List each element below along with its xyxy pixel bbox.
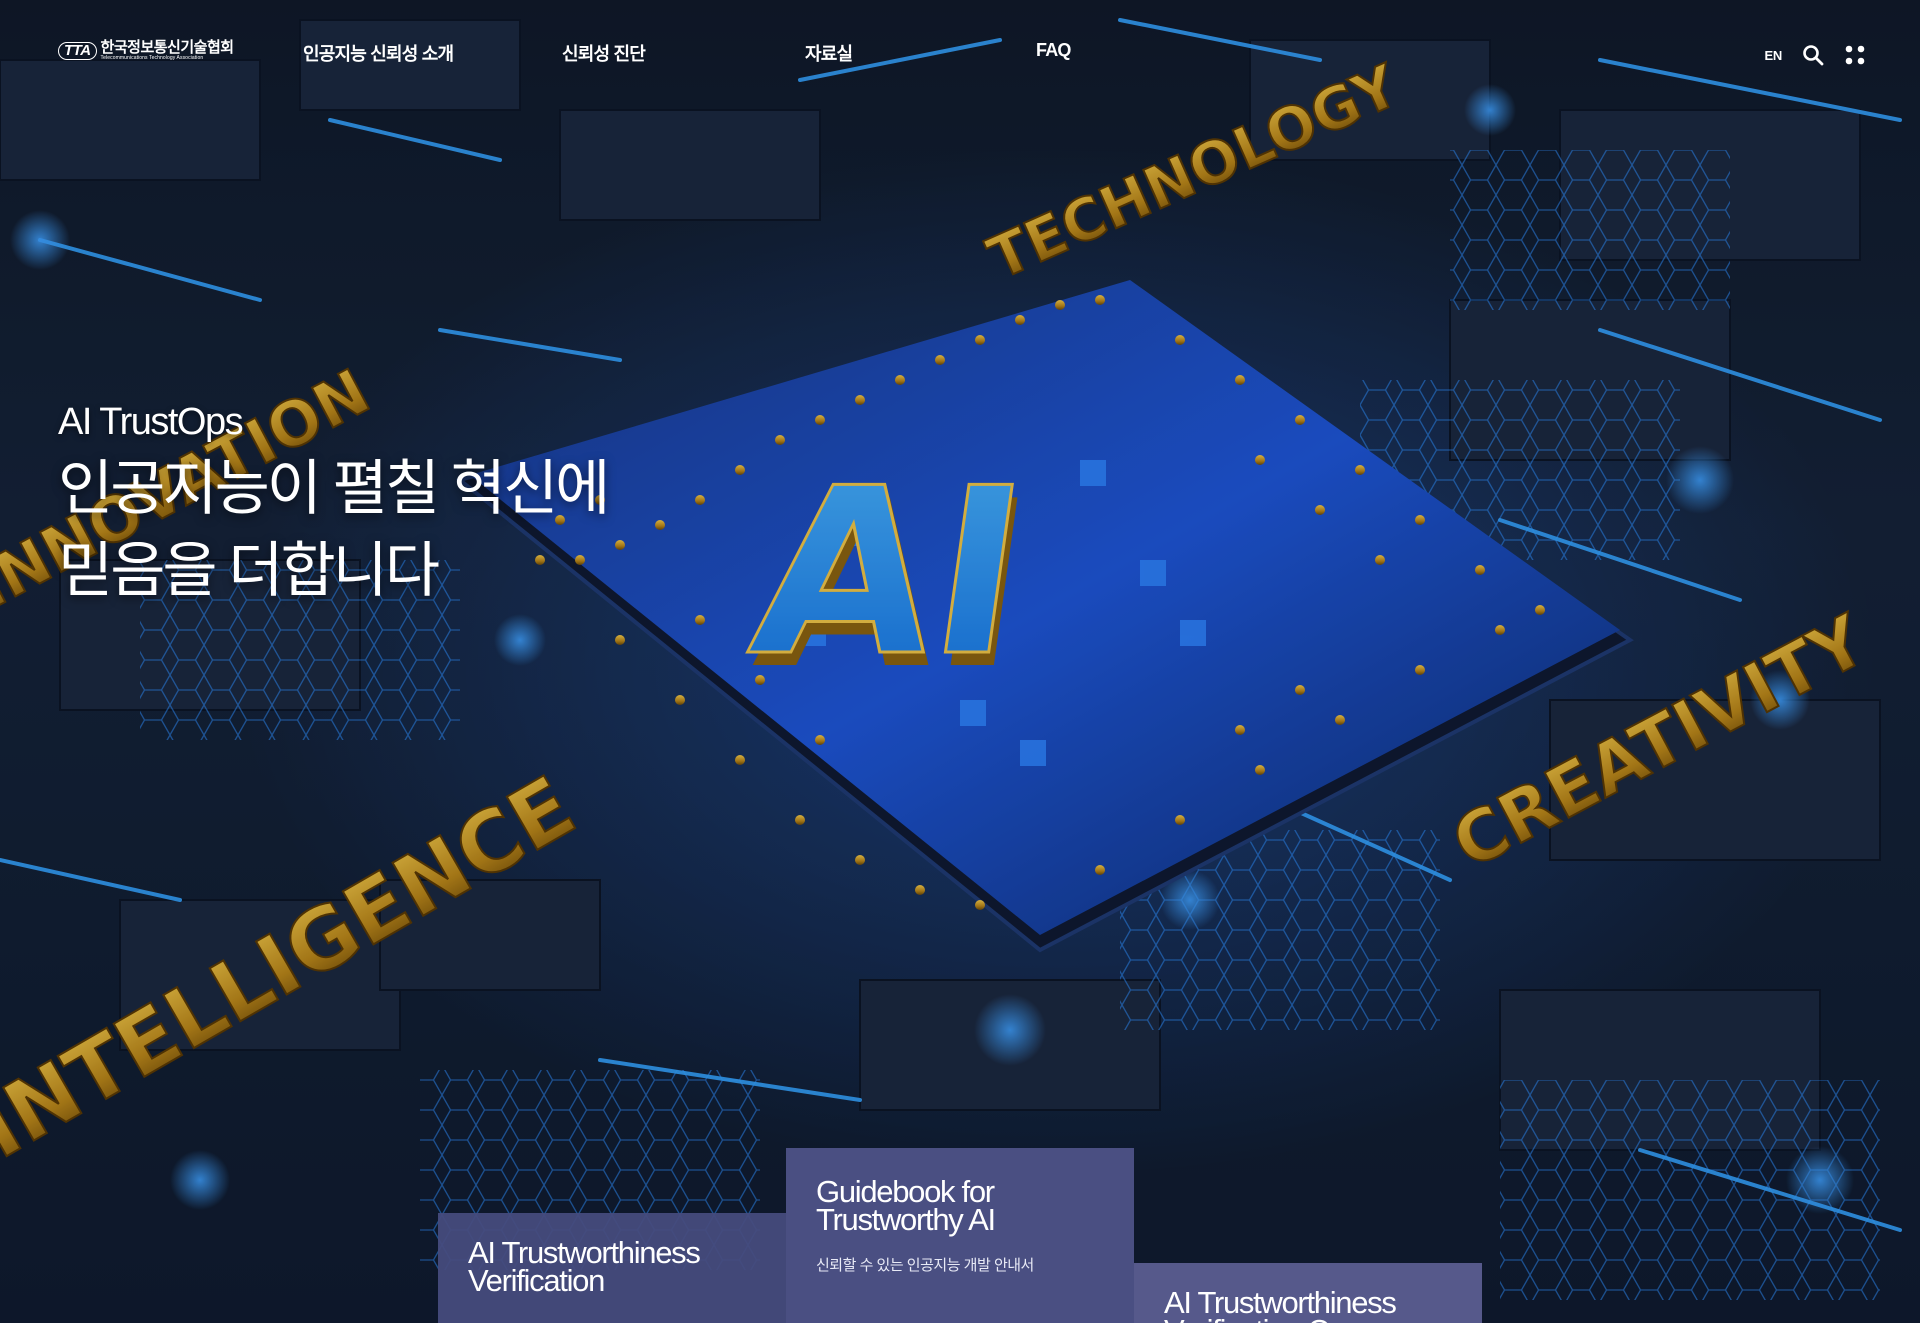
card-guidebook[interactable]: Guidebook for Trustworthy AI 신뢰할 수 있는 인공… (786, 1148, 1134, 1323)
language-toggle[interactable]: EN (1765, 48, 1783, 63)
hero-copy: AI TrustOps 인공지능이 펼칠 혁신에 믿음을 더합니다 (58, 400, 610, 612)
card-title: AI Trustworthiness Verification Cer (1164, 1285, 1397, 1323)
site-logo[interactable]: TTA 한국정보통신기술협회 Telecommunications Techno… (58, 40, 234, 61)
nav-archive[interactable]: 자료실 (805, 40, 853, 66)
header-utilities: EN (1765, 44, 1866, 66)
circuit-board-illustration: AI AI TECHNOLOGY INNOVATION INTELLIGENCE… (0, 0, 1920, 1323)
tta-logo-mark: TTA (58, 41, 97, 60)
logo-subtitle: Telecommunications Technology Associatio… (100, 55, 204, 61)
card-title: Guidebook for Trustworthy AI (816, 1174, 996, 1237)
hero-background: AI AI TECHNOLOGY INNOVATION INTELLIGENCE… (0, 0, 1920, 1323)
nav-faq[interactable]: FAQ (1036, 40, 1071, 61)
card-description: 신뢰할 수 있는 인공지능 개발 안내서 (816, 1257, 1034, 1274)
nav-trust-diagnosis[interactable]: 신뢰성 진단 (562, 40, 646, 66)
card-title: AI Trustworthiness Verification (468, 1235, 701, 1298)
nav-ai-trust-intro[interactable]: 인공지능 신뢰성 소개 (303, 40, 454, 66)
hero-headline-line1: 인공지능이 펼칠 혁신에 (58, 455, 610, 522)
hero-headline-line2: 믿음을 더합니다 (58, 537, 440, 604)
card-verification-certification[interactable]: AI Trustworthiness Verification Cer (1134, 1263, 1482, 1323)
logo-name: 한국정보통신기술협회 (100, 39, 235, 56)
card-ai-trustworthiness-verification[interactable]: AI Trustworthiness Verification (438, 1213, 786, 1323)
search-icon[interactable] (1802, 44, 1824, 66)
site-header: TTA 한국정보통신기술협회 Telecommunications Techno… (0, 0, 1920, 110)
hero-headline: 인공지능이 펼칠 혁신에 믿음을 더합니다 (58, 448, 610, 612)
hero-eyebrow: AI TrustOps (58, 401, 244, 443)
grid-menu-icon[interactable] (1844, 44, 1866, 66)
